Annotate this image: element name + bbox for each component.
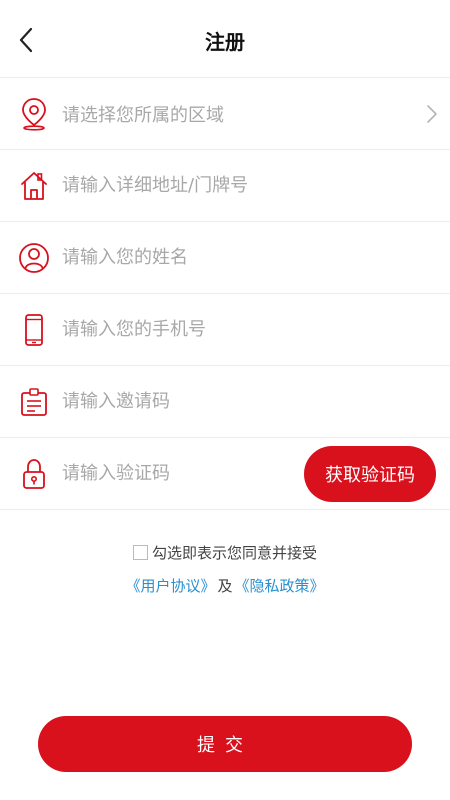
phone-icon: [18, 313, 50, 347]
agree-checkbox[interactable]: [132, 545, 148, 560]
agreement-text: 勾选即表示您同意并接受: [151, 544, 317, 562]
privacy-policy-link[interactable]: 《隐私政策》: [235, 575, 325, 596]
invite-row: [0, 366, 450, 438]
user-agreement-link[interactable]: 《用户协议》: [125, 575, 215, 596]
address-row: [0, 150, 450, 222]
location-pin-icon: [18, 97, 50, 131]
chevron-right-icon: [427, 104, 437, 123]
region-select-placeholder: 请选择您所属的区域: [62, 104, 224, 126]
page-title: 注册: [205, 30, 245, 54]
header: 注册: [0, 0, 450, 78]
phone-row: [0, 294, 450, 366]
name-input[interactable]: [62, 241, 392, 274]
submit-button[interactable]: 提交: [38, 716, 412, 772]
agreement-and-text: 及: [217, 577, 233, 595]
address-input[interactable]: [62, 169, 392, 202]
phone-input[interactable]: [62, 313, 392, 346]
home-icon: [18, 169, 50, 203]
badge-icon: [18, 385, 50, 419]
region-select-row[interactable]: 请选择您所属的区域: [0, 78, 450, 150]
invite-code-input[interactable]: [62, 385, 392, 418]
verify-code-row: 获取验证码: [0, 438, 450, 510]
get-code-button[interactable]: 获取验证码: [304, 445, 436, 502]
agreement-section: 勾选即表示您同意并接受 《用户协议》 及 《隐私政策》: [0, 542, 450, 596]
lock-icon: [18, 457, 50, 491]
user-icon: [18, 241, 50, 275]
name-row: [0, 222, 450, 294]
verify-code-input[interactable]: [62, 457, 292, 490]
